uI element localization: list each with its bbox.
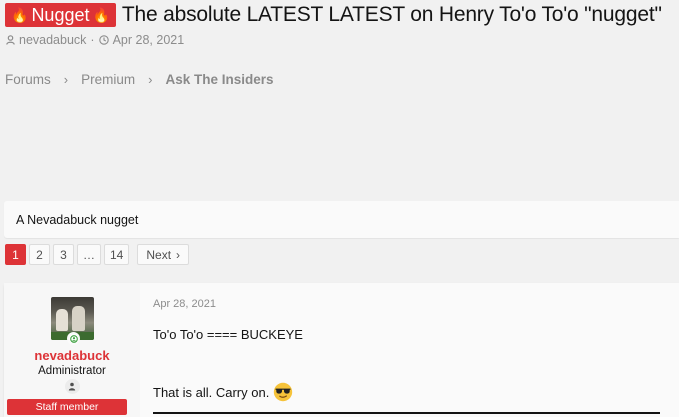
moderator-icon	[65, 379, 80, 394]
thread-date-link[interactable]: Apr 28, 2021	[113, 33, 185, 47]
thread-meta: nevadabuck · Apr 28, 2021	[6, 33, 184, 47]
chevron-right-icon: ›	[176, 247, 181, 262]
breadcrumb-ask-the-insiders[interactable]: Ask The Insiders	[165, 72, 273, 87]
post: nevadabuck Administrator Staff member Ap…	[4, 283, 679, 417]
page-link-14[interactable]: 14	[104, 244, 130, 265]
post-text: That is all. Carry on.	[153, 384, 270, 400]
chevron-right-icon: ›	[148, 72, 153, 87]
fire-icon: 🔥	[11, 7, 29, 23]
page-navigation: 1 2 3 … 14 Next ›	[5, 244, 192, 265]
prefix-label: Nugget	[31, 5, 90, 25]
chevron-right-icon: ›	[63, 72, 69, 87]
post-user-info: nevadabuck Administrator Staff member	[4, 283, 140, 417]
description-text: A Nevadabuck nugget	[16, 213, 139, 227]
breadcrumb-premium[interactable]: Premium	[81, 72, 135, 87]
post-text-line: To'o To'o ==== BUCKEYE	[153, 327, 303, 342]
staff-member-banner: Staff member	[7, 399, 127, 415]
thread-title-row: 🔥 Nugget 🔥 The absolute LATEST LATEST on…	[5, 3, 662, 27]
user-icon	[6, 35, 15, 45]
thread-author-link[interactable]: nevadabuck	[19, 33, 86, 47]
breadcrumb-forums[interactable]: Forums	[5, 72, 51, 87]
post-text-line: That is all. Carry on.	[153, 382, 293, 402]
next-label: Next	[146, 247, 172, 262]
page-link-1[interactable]: 1	[5, 244, 26, 265]
meta-separator: ·	[90, 33, 95, 47]
page-title: The absolute LATEST LATEST on Henry To'o…	[121, 3, 662, 26]
page-link-3[interactable]: 3	[53, 244, 74, 265]
thread-description: A Nevadabuck nugget	[4, 201, 679, 238]
next-page-button[interactable]: Next ›	[137, 244, 190, 265]
page-link-2[interactable]: 2	[29, 244, 50, 265]
post-username[interactable]: nevadabuck	[4, 348, 140, 363]
prefix-badge[interactable]: 🔥 Nugget 🔥	[5, 3, 116, 27]
page-jump-ellipsis[interactable]: …	[77, 244, 101, 265]
user-title: Administrator	[38, 365, 106, 377]
sunglasses-emoji-icon	[274, 382, 293, 402]
clock-icon	[98, 35, 109, 45]
post-divider	[153, 412, 660, 414]
post-date[interactable]: Apr 28, 2021	[153, 298, 216, 310]
fire-icon: 🔥	[92, 7, 110, 23]
breadcrumb: Forums › Premium › Ask The Insiders	[5, 72, 274, 87]
online-indicator-icon	[67, 332, 80, 345]
